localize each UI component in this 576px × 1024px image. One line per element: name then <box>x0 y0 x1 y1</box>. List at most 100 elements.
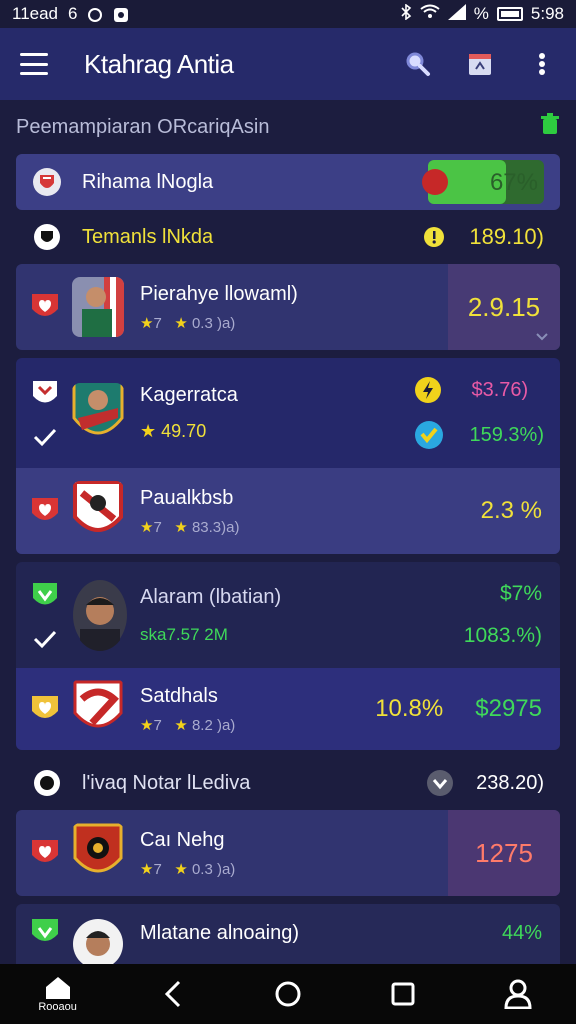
player-stat: 0.3 )a) <box>191 860 236 878</box>
player-value-a: 10.8% <box>375 695 444 722</box>
player-card[interactable]: Mlatane alnoaing) 44% <box>16 904 560 964</box>
profile-icon <box>504 979 532 1009</box>
club-crest-icon <box>33 583 57 605</box>
highlight-progress: 67% <box>422 160 544 204</box>
wifi-icon <box>420 4 440 25</box>
player-rating: 7 <box>153 716 162 734</box>
player-value: 2.3 % <box>480 497 542 524</box>
player-value-b: $2975 <box>475 695 542 722</box>
section-title: Peemampiaran ORcariqAsin <box>16 115 270 138</box>
club-crest-icon <box>30 916 60 948</box>
club-crest-icon <box>33 381 57 403</box>
back-button[interactable] <box>143 969 203 1019</box>
player-name: Satdhals <box>140 684 218 707</box>
status-time-right: 5:98 <box>530 4 564 23</box>
player-stat: 8.2 )a) <box>191 716 236 734</box>
favorite-heart-icon[interactable] <box>30 837 60 869</box>
delete-button[interactable] <box>540 112 560 142</box>
player-group-card: Kagerratca ★ 49.70 $3.76) 159.3%) Paualk… <box>16 358 560 554</box>
chevron-down-icon[interactable] <box>426 769 454 797</box>
player-avatar <box>72 916 124 964</box>
player-rating: 7 <box>153 860 162 878</box>
team-badge-icon <box>32 166 62 198</box>
player-rating: 7 <box>153 314 162 332</box>
player-row[interactable]: Kagerratca ★ 49.70 $3.76) 159.3%) <box>16 358 560 468</box>
check-icon <box>33 630 57 649</box>
player-stat: ska7.57 2M <box>140 624 228 644</box>
calendar-button[interactable] <box>466 50 494 78</box>
verified-shield-icon <box>414 421 443 449</box>
check-icon <box>33 428 57 447</box>
player-value-bottom: 159.3%) <box>469 423 545 446</box>
player-value-bottom: 1083.%) <box>463 624 542 647</box>
highlight-name: Rihama lNogla <box>82 170 214 193</box>
subheader-row-1[interactable]: Temanls lNkda 189.10) <box>16 212 560 262</box>
back-icon <box>164 980 180 1008</box>
player-row[interactable]: Paualkbsb ★7 ★ 83.3)a) 2.3 % <box>16 468 560 554</box>
alert-dot-icon <box>422 169 448 195</box>
player-value: 1275 <box>475 837 533 868</box>
player-value-top: $7% <box>499 582 542 605</box>
battery-icon <box>496 7 523 21</box>
highlight-card[interactable]: Rihama lNogla 67% <box>16 154 560 210</box>
subheader-2-value: 238.20) <box>476 771 544 794</box>
player-name: Pierahye llowaml) <box>140 282 298 305</box>
subheader-2-label: l'ivaq Notar lLediva <box>82 771 251 794</box>
player-name: Mlatane alnoaing) <box>140 922 299 944</box>
recents-icon <box>391 982 415 1006</box>
subheader-1-value: 189.10) <box>469 224 544 249</box>
player-stat: 83.3)a) <box>191 518 240 536</box>
app-notification-icon <box>113 7 129 22</box>
more-options-button[interactable] <box>528 50 556 78</box>
club-crest-icon <box>32 221 62 253</box>
subheader-row-2[interactable]: l'ivaq Notar lLediva 238.20) <box>16 758 560 808</box>
player-name: Alaram (lbatian) <box>140 585 282 608</box>
section-header: Peemampiaran ORcariqAsin <box>16 112 560 142</box>
search-icon <box>406 52 430 76</box>
favorite-heart-icon[interactable] <box>30 291 60 323</box>
player-avatar <box>72 383 124 443</box>
recents-button[interactable] <box>373 969 433 1019</box>
player-avatar <box>72 481 124 541</box>
menu-button[interactable] <box>20 53 48 75</box>
home-button[interactable]: Rooaou <box>28 969 88 1019</box>
profile-button[interactable] <box>488 969 548 1019</box>
player-stat: 49.70 <box>161 421 207 441</box>
status-bar: 11ead 6 % 5:98 <box>0 0 576 28</box>
home-icon <box>45 977 70 999</box>
trash-icon <box>541 113 559 134</box>
expand-chevron-icon[interactable] <box>536 328 548 346</box>
player-name: Kagerratca <box>140 384 238 406</box>
player-group-card: Alaram (lbatian) ska7.57 2M $7% 1083.%) … <box>16 562 560 750</box>
player-value: 44% <box>501 922 542 944</box>
player-row[interactable]: Alaram (lbatian) ska7.57 2M $7% 1083.%) <box>16 562 560 668</box>
player-card[interactable]: Caı Nehg ★7 ★ 0.3 )a) 1275 <box>16 810 560 896</box>
app-bar: Ktahrag Antia <box>0 28 576 100</box>
player-row[interactable]: Satdhals ★7 ★ 8.2 )a) 10.8% $2975 <box>16 668 560 750</box>
subheader-1-label: Temanls lNkda <box>82 225 214 248</box>
status-notification-count: 6 <box>68 4 78 23</box>
bottom-navigation: Rooaou <box>0 964 576 1024</box>
sync-icon <box>87 7 103 22</box>
player-rating: 7 <box>153 518 162 536</box>
status-percent: % <box>473 4 489 23</box>
favorite-heart-icon[interactable] <box>30 495 60 527</box>
calendar-icon <box>469 54 491 75</box>
search-button[interactable] <box>404 50 432 78</box>
favorite-heart-icon[interactable] <box>30 693 60 725</box>
player-value: 2.9.15 <box>467 291 541 322</box>
player-name: Paualkbsb <box>140 486 234 509</box>
app-title: Ktahrag Antia <box>84 48 234 79</box>
lightning-badge-icon <box>414 377 441 403</box>
signal-icon <box>447 3 466 25</box>
circle-home-icon <box>275 981 301 1007</box>
player-name: Caı Nehg <box>140 828 225 851</box>
player-card[interactable]: Pierahye llowaml) ★7 ★ 0.3 )a) 2.9.15 <box>16 264 560 350</box>
player-avatar <box>72 823 124 883</box>
bluetooth-icon <box>400 2 412 25</box>
highlight-value: 67% <box>489 169 538 196</box>
info-icon <box>424 227 445 247</box>
player-stat: 0.3 )a) <box>191 314 236 332</box>
status-time-left: 11ead <box>12 4 59 23</box>
system-home-button[interactable] <box>258 969 318 1019</box>
